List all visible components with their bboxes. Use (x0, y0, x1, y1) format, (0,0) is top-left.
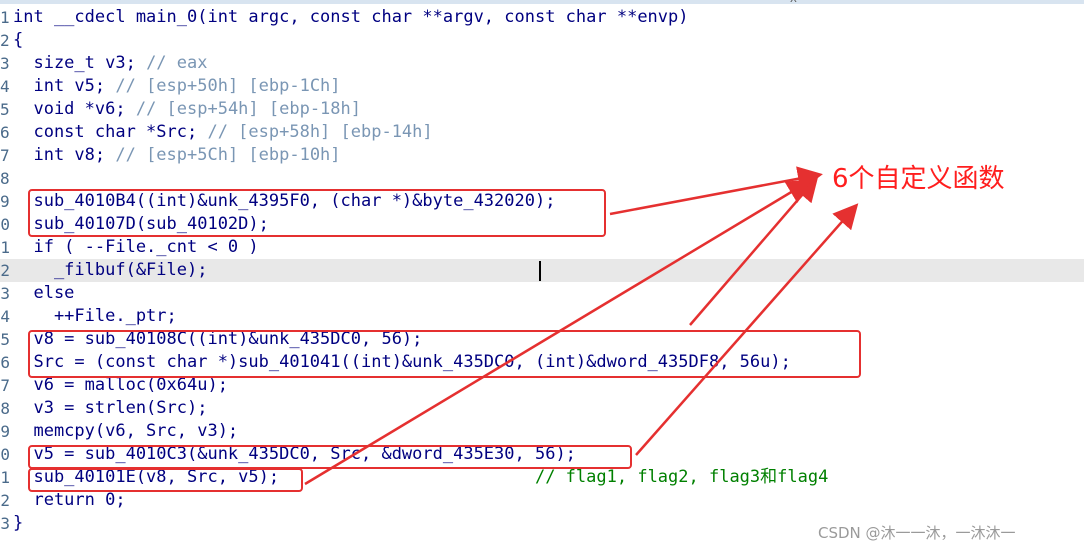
arrow-3 (304, 179, 813, 486)
annotation-arrows (304, 166, 859, 486)
arrow-4 (635, 203, 859, 456)
watermark: CSDN @沐一一沐，一沐沐一 (818, 524, 1016, 542)
arrow-2 (689, 176, 819, 326)
annotation-label: 6个自定义函数 (832, 164, 1005, 194)
